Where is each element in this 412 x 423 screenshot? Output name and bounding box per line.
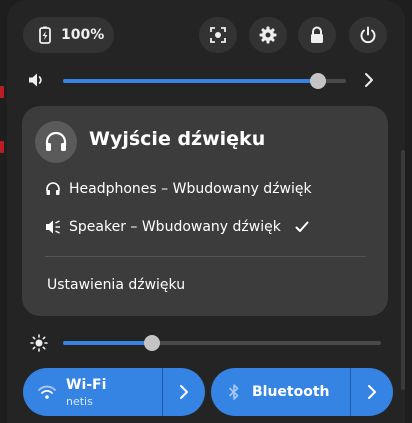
quick-settings-panel: 100% Wyjście dźwięku Headphones – Wbudow…	[7, 0, 405, 423]
output-device-headphones[interactable]: Headphones – Wbudowany dźwięk	[45, 181, 312, 197]
brightness-slider[interactable]	[63, 335, 381, 351]
volume-row	[7, 68, 405, 94]
bluetooth-icon	[228, 384, 240, 400]
bluetooth-menu-button[interactable]	[351, 368, 393, 416]
wifi-menu-button[interactable]	[163, 368, 205, 416]
sound-output-menu: Wyjście dźwięku Headphones – Wbudowany d…	[22, 106, 388, 316]
wifi-icon	[38, 385, 56, 399]
battery-status[interactable]: 100%	[23, 17, 114, 53]
power-button[interactable]	[349, 17, 387, 53]
headphones-icon	[44, 130, 68, 154]
screenshot-button[interactable]	[199, 17, 237, 53]
menu-separator	[45, 256, 366, 257]
background-window-mark	[0, 86, 4, 98]
brightness-row	[7, 330, 405, 356]
background-window-mark	[0, 141, 4, 153]
submenu-header-icon	[35, 121, 77, 163]
brightness-icon	[30, 334, 48, 352]
wifi-toggle[interactable]: Wi-Fi netis	[23, 368, 205, 416]
submenu-title: Wyjście dźwięku	[89, 128, 266, 150]
chevron-right-icon	[367, 384, 377, 400]
lock-icon	[309, 26, 325, 44]
sound-settings-link[interactable]: Ustawienia dźwięku	[47, 277, 185, 293]
chevron-right-icon	[179, 384, 189, 400]
brightness-slider-handle[interactable]	[144, 335, 161, 351]
volume-slider-fill	[63, 79, 318, 83]
brightness-slider-fill	[63, 341, 153, 345]
battery-percentage: 100%	[61, 27, 105, 43]
lock-button[interactable]	[298, 17, 336, 53]
volume-slider[interactable]	[63, 73, 346, 89]
headphones-icon	[45, 181, 61, 197]
gear-icon	[259, 26, 277, 44]
bluetooth-toggle[interactable]: Bluetooth	[211, 368, 393, 416]
output-device-speaker[interactable]: Speaker – Wbudowany dźwięk	[45, 219, 309, 235]
bluetooth-toggle-main[interactable]: Bluetooth	[211, 368, 349, 416]
bluetooth-label: Bluetooth	[252, 384, 330, 400]
screenshot-icon	[209, 26, 227, 44]
speaker-volume-icon	[28, 72, 46, 88]
power-icon	[359, 26, 377, 44]
chevron-right-icon[interactable]	[363, 72, 375, 88]
checkmark-icon	[295, 221, 309, 233]
output-device-label: Speaker – Wbudowany dźwięk	[69, 219, 281, 235]
wifi-toggle-main[interactable]: Wi-Fi netis	[23, 368, 161, 416]
battery-charging-icon	[37, 26, 53, 44]
output-device-label: Headphones – Wbudowany dźwięk	[69, 181, 312, 197]
settings-button[interactable]	[249, 17, 287, 53]
volume-slider-handle[interactable]	[309, 73, 326, 89]
speaker-icon	[45, 219, 61, 235]
wifi-network-name: netis	[66, 394, 93, 408]
wifi-label: Wi-Fi	[66, 376, 107, 393]
